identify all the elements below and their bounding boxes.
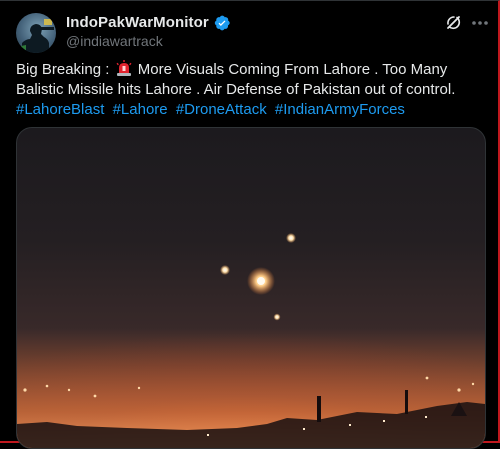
tweet-card: IndoPakWarMonitor @indiawartrack Big Bre… <box>0 0 500 449</box>
grok-icon[interactable] <box>444 13 464 33</box>
tweet-text-intro: Big Breaking : <box>16 61 114 78</box>
hashtag-droneattack[interactable]: #DroneAttack <box>176 101 267 118</box>
author-avatar[interactable] <box>16 13 56 53</box>
tweet-text: Big Breaking : More Visuals Coming From … <box>16 60 486 120</box>
author-handle[interactable]: @indiawartrack <box>66 33 231 49</box>
hashtag-list: #LahoreBlast #Lahore #DroneAttack #India… <box>16 101 409 118</box>
siren-emoji-icon <box>116 60 132 76</box>
soldier-silhouette-icon <box>21 19 54 53</box>
author-display-name[interactable]: IndoPakWarMonitor <box>66 14 209 31</box>
hashtag-lahore[interactable]: #Lahore <box>113 101 168 118</box>
more-options-icon[interactable] <box>470 13 490 33</box>
name-row: IndoPakWarMonitor <box>66 13 231 32</box>
tweet-video[interactable] <box>16 127 486 449</box>
verified-badge-icon <box>213 14 231 32</box>
hashtag-lahoreblast[interactable]: #LahoreBlast <box>16 101 104 118</box>
night-sky-lights-image <box>17 233 485 448</box>
hashtag-indianarmyforces[interactable]: #IndianArmyForces <box>275 101 405 118</box>
tweet-header: IndoPakWarMonitor @indiawartrack <box>66 13 231 49</box>
